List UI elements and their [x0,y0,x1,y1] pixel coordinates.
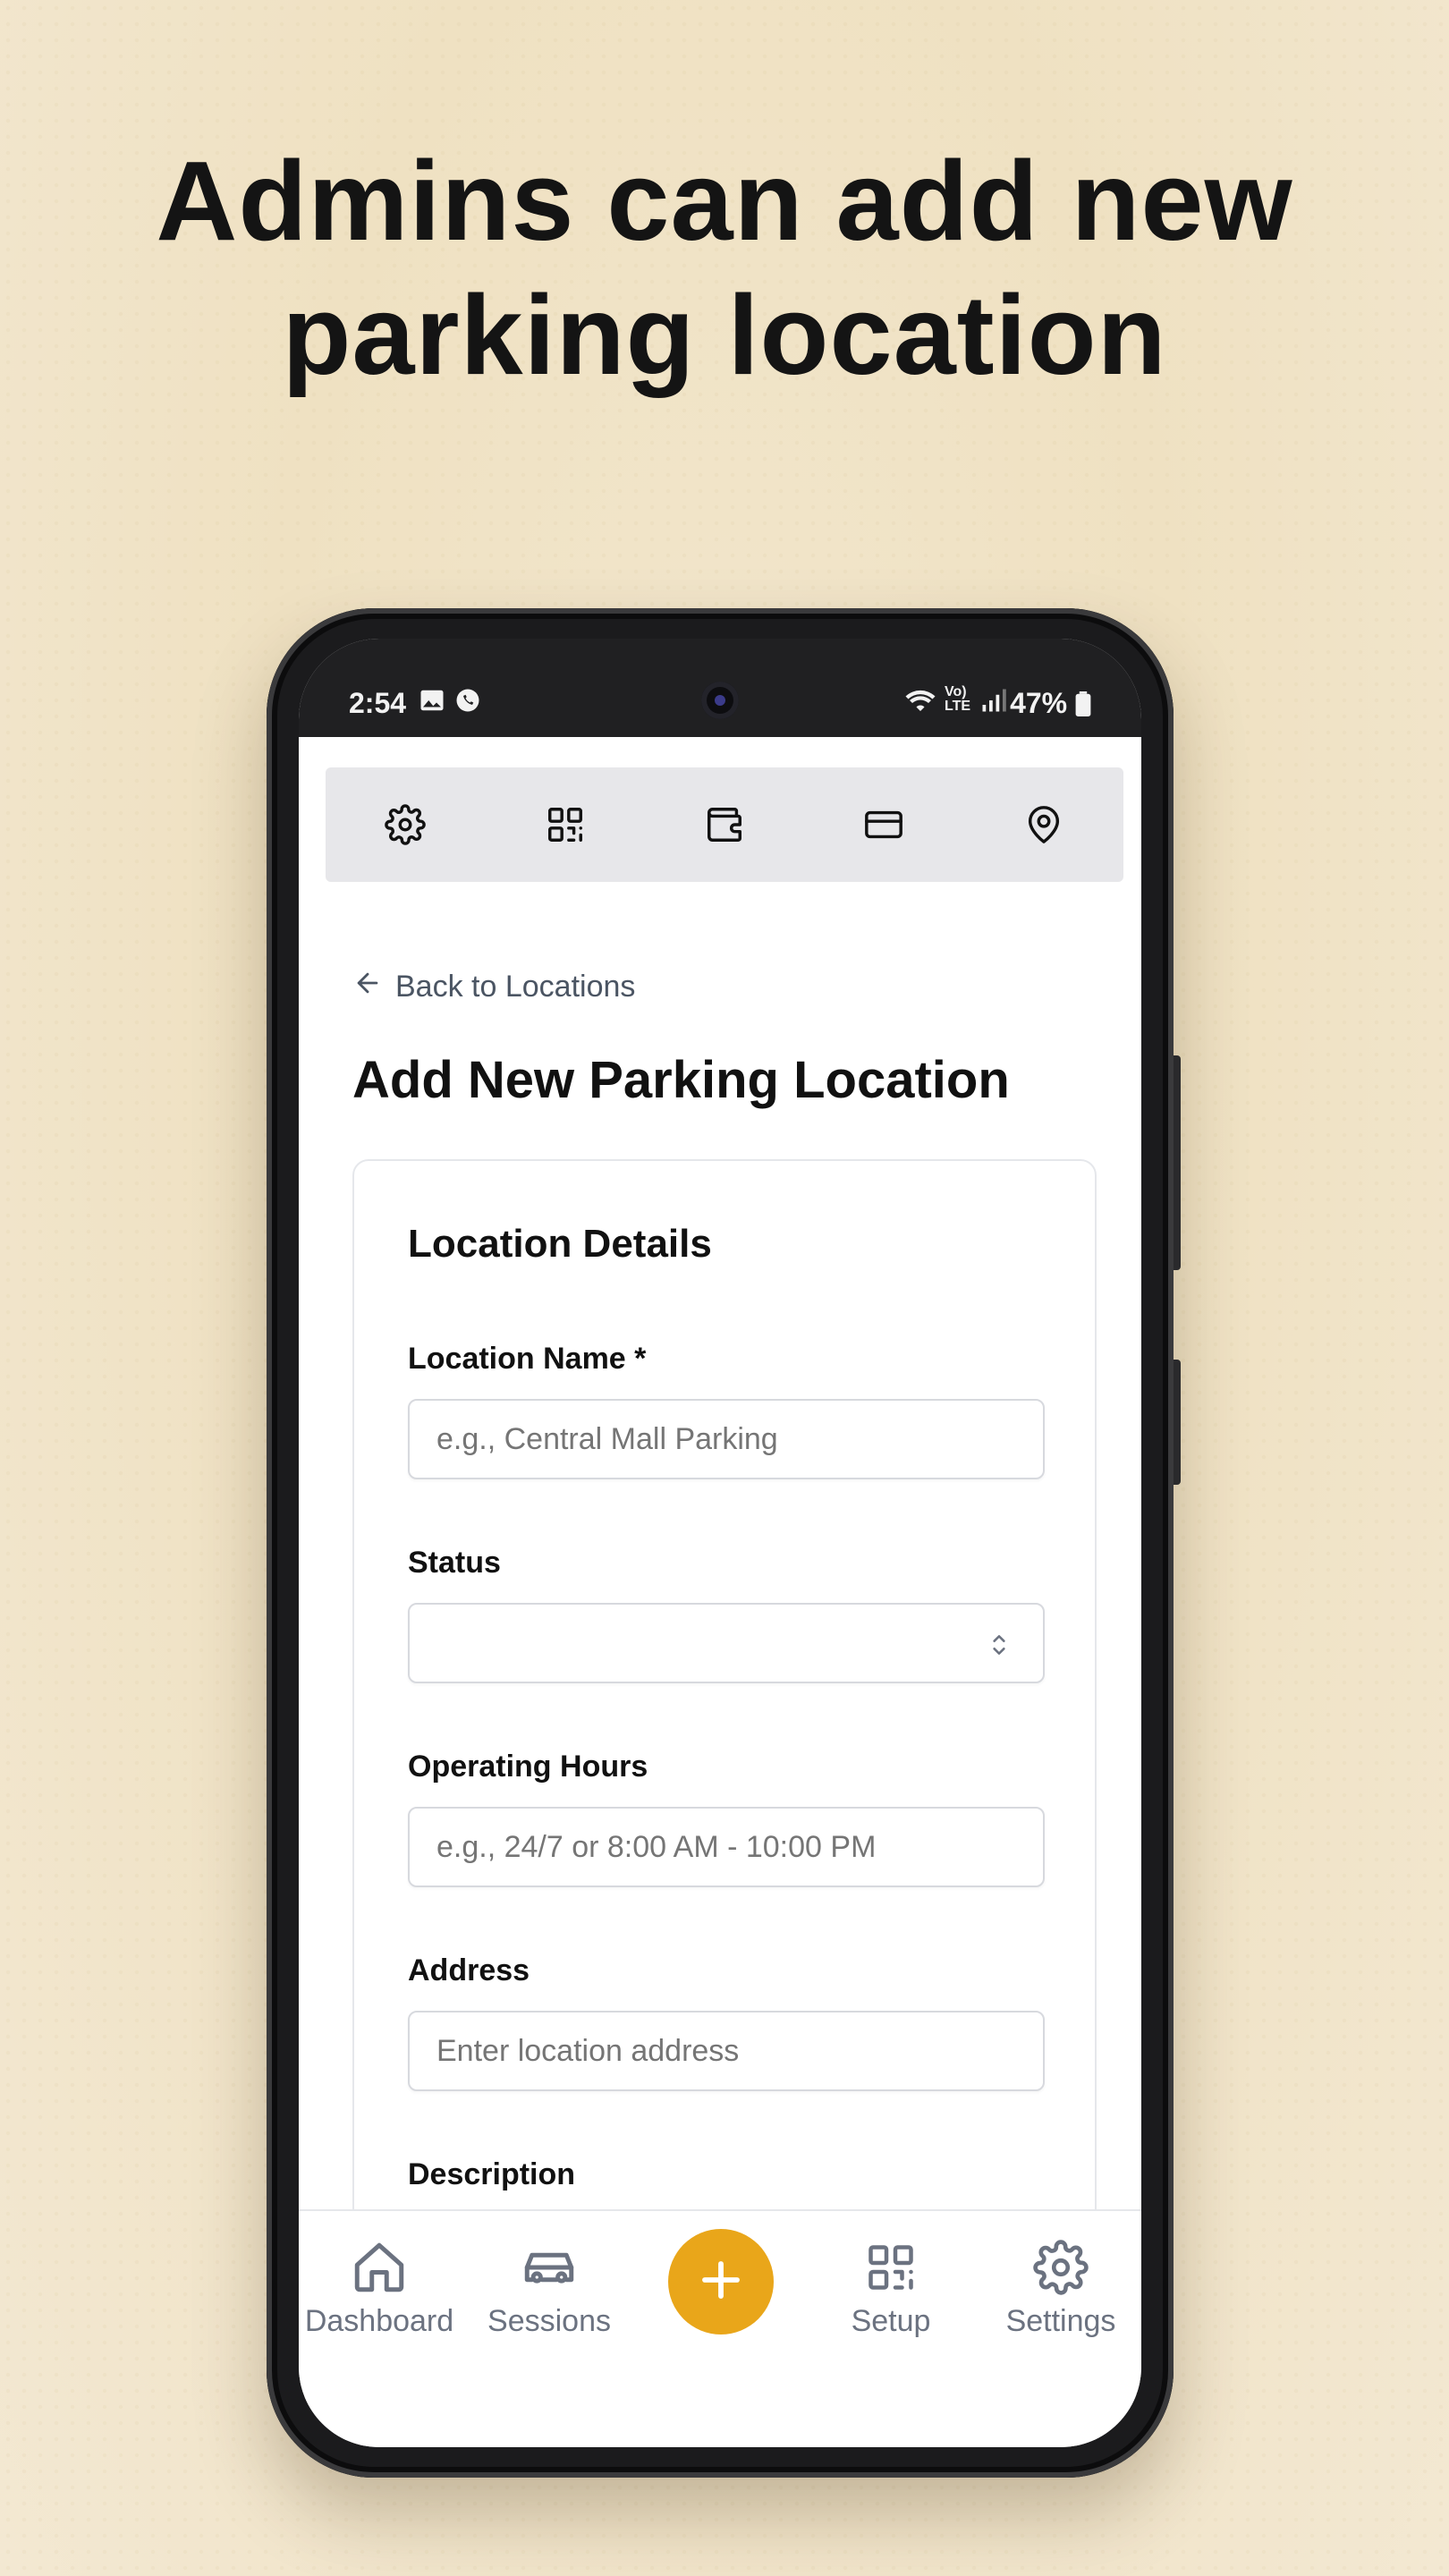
gear-icon [980,2236,1141,2299]
location-name-label: Location Name * [408,1342,647,1376]
qr-code-icon [810,2236,971,2299]
status-time: 2:54 [349,687,407,719]
tab-setup[interactable]: Setup [810,2236,971,2339]
tab-dashboard[interactable]: Dashboard [299,2236,460,2339]
back-to-locations-link[interactable]: Back to Locations [352,968,635,1006]
whatsapp-icon [454,687,481,721]
volte-icon: Vo) LTE [945,684,971,714]
address-input[interactable] [408,2011,1045,2091]
tab-sessions-label: Sessions [487,2304,611,2338]
bottom-nav: Dashboard Sessions Setup Settings [299,2209,1141,2447]
description-label: Description [408,2157,576,2191]
front-camera [701,682,739,719]
headline-line-2: parking location [282,272,1167,398]
car-icon [469,2236,630,2299]
home-icon [299,2236,460,2299]
battery-icon [1075,687,1091,719]
status-select[interactable] [408,1603,1045,1683]
volume-button [1174,1055,1181,1270]
promo-headline: Admins can add new parking location [0,134,1449,402]
plus-icon [697,2256,745,2309]
address-label: Address [408,1953,530,1987]
top-icon-nav [326,767,1123,882]
tab-settings-label: Settings [1005,2304,1116,2338]
headline-line-1: Admins can add new [156,138,1293,264]
tab-settings[interactable]: Settings [980,2236,1141,2339]
tab-setup-label: Setup [851,2304,931,2338]
operating-hours-label: Operating Hours [408,1750,648,1784]
phone-screen: 2:54 Vo) LTE 47% Back to Locations Add N… [299,639,1141,2447]
tab-dashboard-label: Dashboard [304,2304,454,2338]
battery-status: 47% [1010,687,1091,720]
wallet-icon[interactable] [701,801,748,848]
wifi-icon [903,687,937,721]
arrow-left-icon [352,968,383,1006]
qr-code-icon[interactable] [542,801,589,848]
operating-hours-input[interactable] [408,1807,1045,1887]
credit-card-icon[interactable] [860,801,907,848]
power-button [1174,1360,1181,1485]
phone-frame: 2:54 Vo) LTE 47% Back to Locations Add N… [267,608,1181,2478]
page-title: Add New Parking Location [352,1051,1010,1109]
add-button[interactable] [668,2229,774,2334]
image-icon [419,687,445,721]
map-pin-icon[interactable] [1021,801,1067,848]
location-name-input[interactable] [408,1399,1045,1479]
tab-sessions[interactable]: Sessions [469,2236,630,2339]
card-title: Location Details [408,1222,712,1266]
chevron-up-down-icon [987,1631,1011,1666]
back-link-label: Back to Locations [395,970,636,1004]
battery-percent: 47% [1010,687,1068,719]
status-label: Status [408,1546,501,1580]
status-bar: 2:54 Vo) LTE 47% [299,639,1141,737]
gear-icon[interactable] [382,801,428,848]
signal-icon [980,687,1007,721]
